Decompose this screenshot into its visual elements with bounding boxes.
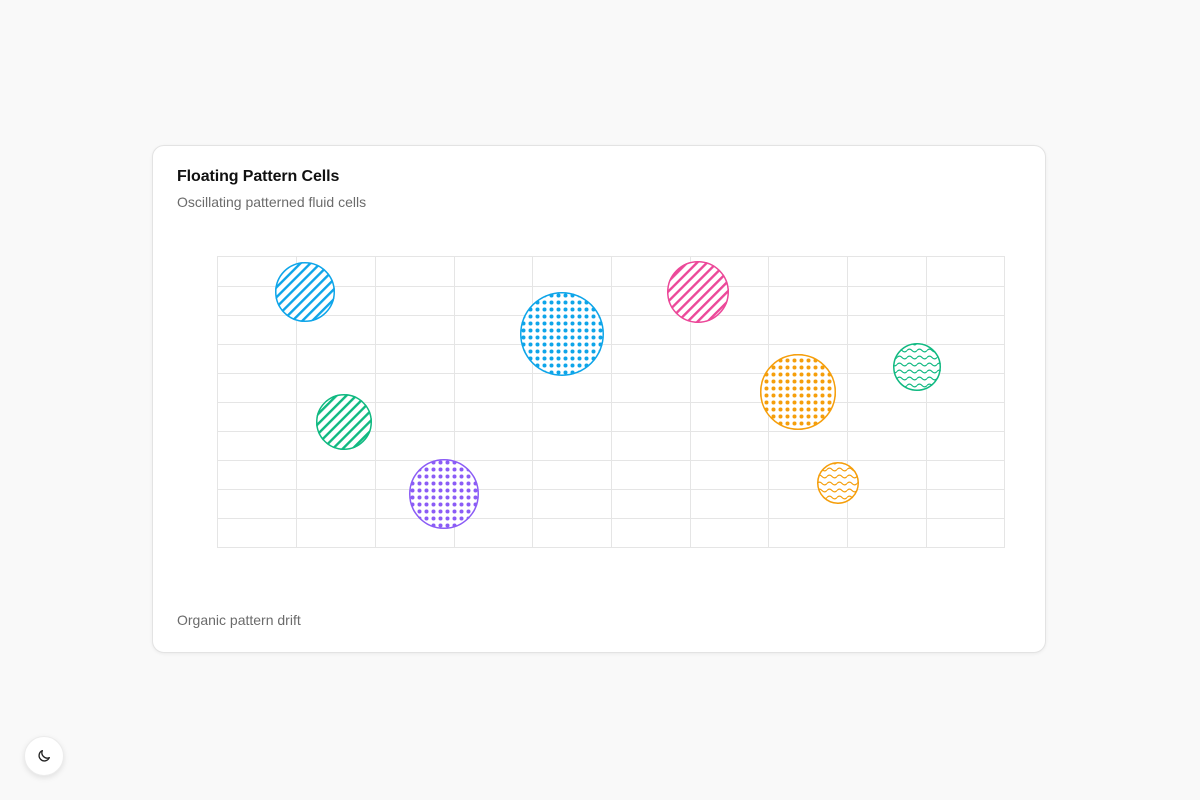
cell-orange-dots bbox=[760, 354, 836, 430]
moon-icon bbox=[38, 750, 50, 762]
cell-green-stripes bbox=[316, 394, 372, 450]
cell-green-waves bbox=[893, 343, 941, 391]
cell-orange-waves bbox=[817, 462, 859, 504]
cells bbox=[275, 261, 941, 529]
cell-blue-dots bbox=[520, 292, 604, 376]
theme-toggle-button[interactable] bbox=[24, 736, 64, 776]
cell-blue-stripes bbox=[275, 262, 335, 322]
pattern-canvas bbox=[217, 256, 1005, 548]
pattern-card: Floating Pattern Cells Oscillating patte… bbox=[152, 145, 1046, 653]
cell-purple-dots bbox=[409, 459, 479, 529]
cell-pink-stripes bbox=[667, 261, 729, 323]
card-footer: Organic pattern drift bbox=[177, 612, 301, 628]
card-title: Floating Pattern Cells bbox=[177, 168, 340, 185]
pattern-canvas-svg bbox=[217, 256, 1005, 548]
card-subtitle: Oscillating patterned fluid cells bbox=[177, 194, 367, 210]
